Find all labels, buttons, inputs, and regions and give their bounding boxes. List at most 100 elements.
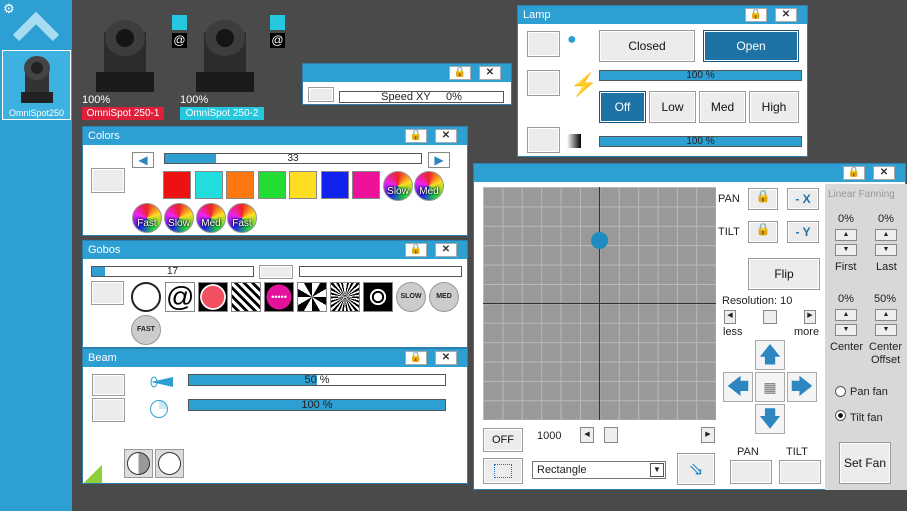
- tilt-invert-button[interactable]: - Y: [787, 221, 819, 243]
- first-down-arrow[interactable]: ▼: [835, 244, 857, 256]
- pan-lock-button[interactable]: 🔒: [748, 188, 778, 210]
- fixture-tile[interactable]: OmniSpot250: [2, 50, 71, 120]
- effect-speed-left-arrow[interactable]: ◀: [580, 427, 594, 443]
- power-select-button[interactable]: [527, 70, 560, 96]
- speed-select-button[interactable]: [308, 87, 334, 102]
- color-swatch[interactable]: [257, 171, 286, 199]
- xy-grid-pad[interactable]: [483, 187, 716, 420]
- speed-bar[interactable]: Speed XY 0%: [339, 91, 504, 103]
- zoom-select-button[interactable]: [92, 374, 125, 396]
- arrow-down-icon[interactable]: 🡇: [755, 404, 785, 434]
- frost-button[interactable]: [155, 449, 184, 478]
- flip-button[interactable]: Flip: [748, 258, 820, 290]
- gobo-pattern-2[interactable]: [297, 282, 327, 312]
- gobo-magenta-dots[interactable]: •••••: [264, 282, 294, 312]
- effect-speed-slider[interactable]: [604, 427, 618, 443]
- dimmer-select-button[interactable]: [527, 127, 560, 153]
- first-up-arrow[interactable]: ▲: [835, 229, 857, 241]
- color-wheel-fast-2[interactable]: Fast: [227, 203, 257, 233]
- resolution-slider[interactable]: [763, 310, 777, 324]
- shutter-closed-button[interactable]: Closed: [599, 30, 695, 62]
- offset-down-arrow[interactable]: ▼: [875, 324, 897, 336]
- close-icon[interactable]: ✕: [435, 243, 457, 257]
- dimmer-bar[interactable]: 100 %: [599, 136, 802, 147]
- colors-select-button[interactable]: [91, 168, 125, 193]
- color-swatch[interactable]: [320, 171, 349, 199]
- close-icon[interactable]: ✕: [479, 66, 501, 80]
- center-up-arrow[interactable]: ▲: [835, 309, 857, 321]
- close-icon[interactable]: ✕: [775, 8, 797, 22]
- lamp-high-button[interactable]: High: [749, 91, 799, 123]
- close-icon[interactable]: ✕: [435, 129, 457, 143]
- color-swatch[interactable]: [289, 171, 317, 199]
- shutter-open-button[interactable]: Open: [703, 30, 799, 62]
- effect-speed-right-arrow[interactable]: ▶: [701, 427, 715, 443]
- xy-cursor[interactable]: [591, 232, 608, 249]
- last-up-arrow[interactable]: ▲: [875, 229, 897, 241]
- tilt-fan-radio[interactable]: [835, 410, 846, 421]
- gobo-rotate-fast[interactable]: FAST: [131, 315, 161, 345]
- lamp-off-button[interactable]: Off: [599, 91, 646, 123]
- fixture-2[interactable]: 100% OmniSpot 250-2: [180, 14, 264, 120]
- tilt-lock-button[interactable]: 🔒: [748, 221, 778, 243]
- resolution-less-arrow[interactable]: ◀: [724, 310, 736, 324]
- gobo-rotate-slow[interactable]: SLOW: [396, 282, 426, 312]
- color-swatch[interactable]: [194, 171, 223, 199]
- arrow-up-icon[interactable]: 🡅: [755, 340, 785, 370]
- iris-select-button[interactable]: [92, 398, 125, 422]
- prism-button[interactable]: [124, 449, 153, 478]
- effect-shape-icon-button[interactable]: [483, 458, 523, 484]
- lock-icon[interactable]: 🔒: [405, 351, 427, 365]
- prev-arrow-icon[interactable]: ◀: [132, 152, 154, 168]
- set-fan-button[interactable]: Set Fan: [839, 442, 891, 484]
- color-swatch[interactable]: [163, 171, 191, 199]
- tilt-button[interactable]: [779, 460, 821, 484]
- lamp-low-button[interactable]: Low: [649, 91, 696, 123]
- gobos-mid-button[interactable]: [259, 265, 293, 279]
- gobos-bar[interactable]: 17: [91, 266, 254, 277]
- gobo-rotate-med[interactable]: MED: [429, 282, 459, 312]
- colors-bar[interactable]: 33: [164, 153, 422, 164]
- lamp-med-button[interactable]: Med: [699, 91, 746, 123]
- gobo-red-dot[interactable]: [198, 282, 228, 312]
- color-wheel-slow[interactable]: Slow: [383, 171, 413, 201]
- color-wheel-med[interactable]: Med: [414, 171, 444, 201]
- effect-off-button[interactable]: OFF: [483, 428, 523, 452]
- close-icon[interactable]: ✕: [873, 166, 895, 180]
- effect-direction-button[interactable]: ⇘: [677, 453, 715, 485]
- lock-icon[interactable]: 🔒: [449, 66, 471, 80]
- last-down-arrow[interactable]: ▼: [875, 244, 897, 256]
- gobo-flower[interactable]: [363, 282, 393, 312]
- gobos-select-button[interactable]: [91, 281, 124, 305]
- center-grid-icon[interactable]: ▦: [755, 372, 785, 402]
- color-wheel-slow-2[interactable]: Slow: [164, 203, 194, 233]
- arrow-right-icon[interactable]: 🡆: [787, 372, 817, 402]
- gobo-starburst[interactable]: [330, 282, 360, 312]
- lock-icon[interactable]: 🔒: [405, 129, 427, 143]
- effect-shape-select[interactable]: Rectangle ▼: [532, 461, 666, 479]
- color-wheel-med-2[interactable]: Med: [196, 203, 226, 233]
- resolution-more-arrow[interactable]: ▶: [804, 310, 816, 324]
- power-bar[interactable]: 100 %: [599, 70, 802, 81]
- close-icon[interactable]: ✕: [435, 351, 457, 365]
- gobo-open[interactable]: [131, 282, 161, 312]
- gobo-spiral[interactable]: @: [165, 282, 195, 312]
- center-down-arrow[interactable]: ▼: [835, 324, 857, 336]
- lock-icon[interactable]: 🔒: [405, 243, 427, 257]
- color-swatch[interactable]: [352, 171, 380, 199]
- fixture-1[interactable]: 100% OmniSpot 250-1: [82, 14, 164, 120]
- color-swatch[interactable]: [226, 171, 254, 199]
- resize-corner-icon[interactable]: [84, 465, 102, 483]
- color-wheel-fast[interactable]: Fast: [132, 203, 162, 233]
- iris-bar[interactable]: 100 %: [188, 399, 446, 411]
- pan-button[interactable]: [730, 460, 772, 484]
- gobos-rotation-bar[interactable]: [299, 266, 462, 277]
- next-arrow-icon[interactable]: ▶: [428, 152, 450, 168]
- pan-fan-radio[interactable]: [835, 386, 846, 397]
- offset-up-arrow[interactable]: ▲: [875, 309, 897, 321]
- zoom-bar[interactable]: 50 %: [188, 374, 446, 386]
- pan-invert-button[interactable]: - X: [787, 188, 819, 210]
- lock-icon[interactable]: 🔒: [843, 166, 865, 180]
- collapse-chevron-icon[interactable]: [12, 10, 60, 44]
- gobo-pattern-1[interactable]: [231, 282, 261, 312]
